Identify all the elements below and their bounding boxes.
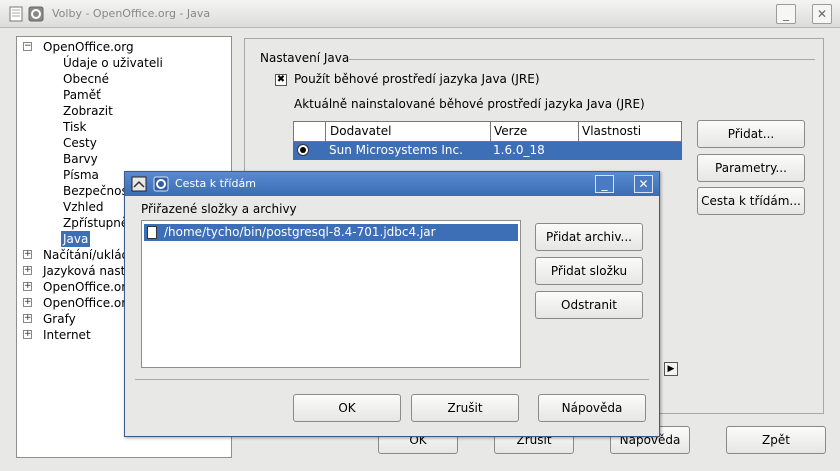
tree-item-java[interactable]: Java (61, 231, 91, 247)
scroll-right-arrow-icon[interactable]: ▶ (664, 362, 678, 376)
parameters-button-label: Parametry... (715, 161, 787, 175)
dialog-titlebar: Cesta k třídám _ ✕ (125, 172, 659, 196)
list-item-path: /home/tycho/bin/postgresql-8.4-701.jdbc4… (164, 225, 436, 239)
classpath-button[interactable]: Cesta k třídám... (697, 187, 805, 215)
radio-dot-icon (300, 147, 306, 153)
tree-expand-icon[interactable]: + (23, 298, 32, 307)
tree-expand-icon[interactable]: + (23, 266, 32, 275)
tree-expand-icon[interactable]: + (23, 314, 32, 323)
classpath-button-label: Cesta k třídám... (701, 194, 801, 208)
dialog-divider (135, 379, 649, 380)
window-titlebar: Volby - OpenOffice.org - Java _ ✕ (0, 0, 840, 28)
column-header-properties[interactable]: Vlastnosti (582, 124, 641, 138)
use-jre-checkbox[interactable]: ✖ (275, 74, 287, 86)
window-menu-icon[interactable] (131, 176, 147, 192)
use-jre-label[interactable]: Použít běhové prostředí jazyka Java (JRE… (294, 72, 540, 86)
assigned-list-label: Přiřazené složky a archivy (141, 202, 297, 216)
close-icon: ✕ (816, 7, 828, 21)
tree-item-fonts[interactable]: Písma (63, 167, 99, 183)
assigned-list[interactable]: /home/tycho/bin/postgresql-8.4-701.jdbc4… (141, 220, 521, 368)
jre-vendor: Sun Microsystems Inc. (329, 143, 463, 157)
classpath-dialog: Cesta k třídám _ ✕ Přiřazené složky a ar… (124, 171, 660, 437)
remove-button-label: Odstranit (561, 298, 617, 312)
openoffice-gull-icon[interactable] (153, 176, 169, 192)
dialog-title: Cesta k třídám (175, 177, 256, 190)
column-header-vendor[interactable]: Dodavatel (330, 124, 391, 138)
dialog-cancel-button[interactable]: Zrušit (411, 394, 519, 422)
dialog-ok-button-label: OK (338, 401, 356, 415)
installed-jre-label: Aktuálně nainstalované běhové prostředí … (294, 97, 645, 111)
openoffice-gull-icon[interactable] (28, 6, 44, 22)
column-header-version[interactable]: Verze (494, 124, 527, 138)
dialog-ok-button[interactable]: OK (293, 394, 401, 422)
list-item[interactable]: /home/tycho/bin/postgresql-8.4-701.jdbc4… (144, 224, 518, 241)
window-title: Volby - OpenOffice.org - Java (52, 7, 211, 20)
add-folder-button[interactable]: Přidat složku (535, 257, 643, 285)
dialog-close-button[interactable]: ✕ (634, 175, 653, 193)
back-button-label: Zpět (762, 433, 790, 447)
close-icon: ✕ (638, 177, 649, 191)
tree-expand-icon[interactable]: + (23, 330, 32, 339)
tree-item-view[interactable]: Zobrazit (63, 103, 113, 119)
remove-button[interactable]: Odstranit (535, 291, 643, 319)
tree-item-memory[interactable]: Paměť (63, 87, 101, 103)
tree-item-colors[interactable]: Barvy (63, 151, 98, 167)
tree-item-appearance[interactable]: Vzhled (63, 199, 103, 215)
jre-version: 1.6.0_18 (493, 143, 545, 157)
jre-table-row[interactable]: Sun Microsystems Inc. 1.6.0_18 (293, 142, 682, 160)
document-icon[interactable] (8, 6, 24, 22)
jre-table-header: Dodavatel Verze Vlastnosti (293, 121, 682, 142)
tree-item-security[interactable]: Bezpečnost (63, 183, 132, 199)
dialog-minimize-button[interactable]: _ (595, 175, 614, 193)
tree-item-general[interactable]: Obecné (63, 71, 109, 87)
minimize-button[interactable]: _ (776, 4, 796, 24)
add-jre-button[interactable]: Přidat... (697, 120, 805, 148)
minimize-icon: _ (601, 177, 608, 191)
dialog-help-button-label: Nápověda (561, 401, 623, 415)
tree-expand-icon[interactable]: + (23, 282, 32, 291)
dialog-cancel-button-label: Zrušit (447, 401, 483, 415)
tree-item-openoffice[interactable]: OpenOffice.org (43, 39, 134, 55)
tree-item-internet[interactable]: Internet (43, 327, 91, 343)
add-archive-button[interactable]: Přidat archiv... (535, 223, 643, 251)
column-divider (490, 122, 491, 141)
add-folder-button-label: Přidat složku (550, 264, 628, 278)
tree-item-charts[interactable]: Grafy (43, 311, 76, 327)
file-icon (147, 226, 157, 239)
tree-collapse-icon[interactable]: − (23, 42, 32, 51)
tree-expand-icon[interactable]: + (23, 250, 32, 259)
tree-item-user-data[interactable]: Údaje o uživateli (63, 55, 163, 71)
minimize-icon: _ (783, 7, 789, 21)
section-divider (349, 59, 815, 60)
column-divider (578, 122, 579, 141)
tree-item-paths[interactable]: Cesty (63, 135, 97, 151)
section-title: Nastavení Java (260, 51, 350, 65)
back-button[interactable]: Zpět (726, 426, 826, 454)
dialog-help-button[interactable]: Nápověda (538, 394, 646, 422)
add-archive-button-label: Přidat archiv... (546, 230, 632, 244)
column-header-radio (294, 122, 326, 141)
add-jre-button-label: Přidat... (727, 127, 775, 141)
parameters-button[interactable]: Parametry... (697, 154, 805, 182)
tree-item-print[interactable]: Tisk (63, 119, 87, 135)
jre-radio[interactable] (297, 144, 309, 156)
close-button[interactable]: ✕ (812, 4, 832, 24)
